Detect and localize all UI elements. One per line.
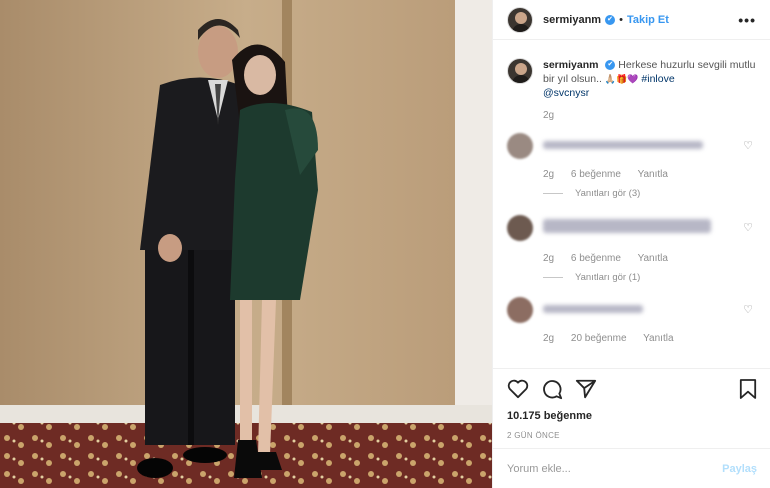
comment-meta: 2g 20 beğenme Yanıtla — [543, 333, 757, 344]
author-avatar[interactable] — [507, 6, 533, 33]
likes-count[interactable]: 10.175 beğenme — [507, 410, 757, 422]
reply-button[interactable]: Yanıtla — [638, 253, 668, 264]
heart-icon[interactable]: ♡ — [743, 221, 753, 234]
verified-icon: ✔ — [605, 14, 616, 25]
reply-button[interactable]: Yanıtla — [638, 169, 668, 180]
post-actions: 10.175 beğenme 2 GÜN ÖNCE — [493, 368, 770, 440]
comment-item: ♡ — [507, 215, 757, 241]
comment-item: ♡ — [507, 133, 757, 159]
comments-list[interactable]: sermiyanm ✔ Herkese huzurlu sevgili mutl… — [493, 58, 770, 366]
comment-text-blurred — [543, 219, 711, 233]
comment-avatar[interactable] — [507, 215, 533, 241]
caption-text-block: sermiyanm ✔ Herkese huzurlu sevgili mutl… — [543, 58, 757, 100]
caption-emojis: 🙏🏼🎁💜 — [604, 74, 639, 84]
verified-icon: ✔ — [605, 60, 616, 71]
caption-username[interactable]: sermiyanm — [543, 59, 598, 71]
comment-meta: 2g 6 beğenme Yanıtla — [543, 169, 757, 180]
post-caption: sermiyanm ✔ Herkese huzurlu sevgili mutl… — [507, 58, 757, 100]
comment-text-blurred — [543, 141, 703, 149]
view-replies-button[interactable]: Yanıtları gör (1) — [543, 272, 757, 283]
post-side-panel: sermiyanm ✔ • Takip Et ••• sermiyanm ✔ H… — [492, 0, 770, 488]
caption-hashtag[interactable]: #inlove — [641, 73, 674, 85]
comment-likes[interactable]: 6 beğenme — [571, 253, 621, 264]
post-time: 2 GÜN ÖNCE — [507, 431, 560, 440]
comment-icon[interactable] — [541, 378, 563, 400]
comment-likes[interactable]: 6 beğenme — [571, 169, 621, 180]
heart-icon[interactable]: ♡ — [743, 303, 753, 316]
caption-time: 2g — [543, 110, 555, 121]
reply-button[interactable]: Yanıtla — [643, 333, 673, 344]
comment-input[interactable]: Yorum ekle... — [507, 463, 571, 475]
share-icon[interactable] — [575, 378, 597, 400]
view-replies-button[interactable]: Yanıtları gör (3) — [543, 188, 757, 199]
comment-time: 2g — [543, 169, 555, 180]
comment-time: 2g — [543, 333, 555, 344]
view-replies-label: Yanıtları gör (3) — [575, 188, 641, 199]
post-header: sermiyanm ✔ • Takip Et ••• — [493, 0, 770, 40]
replies-line — [543, 193, 563, 194]
follow-button[interactable]: Takip Et — [627, 14, 669, 26]
heart-icon[interactable]: ♡ — [743, 139, 753, 152]
replies-line — [543, 277, 563, 278]
comment-avatar[interactable] — [507, 133, 533, 159]
comment-time: 2g — [543, 253, 555, 264]
caption-avatar[interactable] — [507, 58, 533, 84]
heart-icon[interactable] — [507, 379, 529, 399]
view-replies-label: Yanıtları gör (1) — [575, 272, 641, 283]
comment-meta: 2g 6 beğenme Yanıtla — [543, 253, 757, 264]
comment-text-blurred — [543, 305, 643, 313]
comment-avatar[interactable] — [507, 297, 533, 323]
comment-item: ♡ — [507, 297, 757, 323]
post-button[interactable]: Paylaş — [722, 463, 757, 475]
photo-image — [0, 0, 492, 488]
add-comment-bar: Yorum ekle... Paylaş — [493, 448, 770, 488]
comment-likes[interactable]: 20 beğenme — [571, 333, 627, 344]
header-separator: • — [619, 13, 623, 26]
more-icon[interactable]: ••• — [738, 12, 756, 28]
caption-mention[interactable]: @svcnysr — [543, 87, 589, 99]
author-username[interactable]: sermiyanm — [543, 14, 601, 26]
bookmark-icon[interactable] — [739, 378, 757, 400]
post-photo[interactable] — [0, 0, 492, 488]
action-icons — [507, 377, 757, 401]
